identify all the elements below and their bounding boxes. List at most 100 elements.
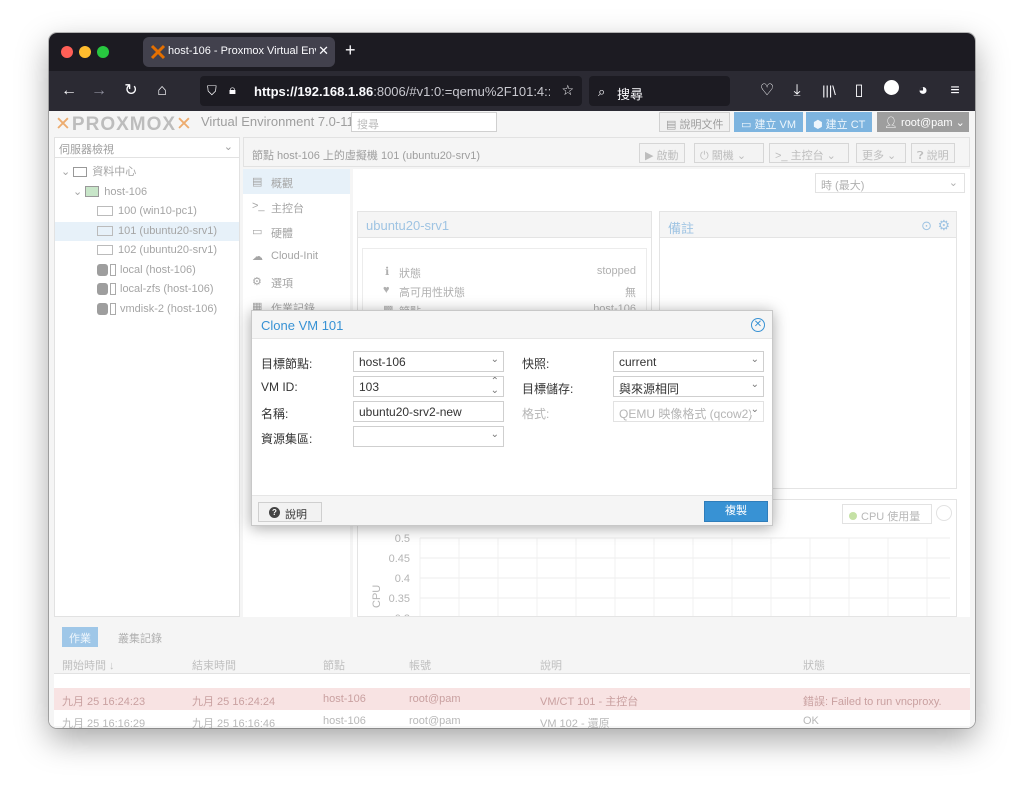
console-button[interactable]: >_ 主控台 ⌄ xyxy=(769,143,849,163)
monitor-icon xyxy=(97,206,113,217)
help-button[interactable]: ❓︎ 說明 xyxy=(911,143,955,163)
proxmox-logo: ✕PROXMOX✕ xyxy=(55,114,193,135)
nav-options[interactable]: ⚙ 選項 xyxy=(243,269,350,294)
col-status[interactable]: 狀態 xyxy=(803,657,825,673)
tree-vm-100[interactable]: 100 (win10-pc1) xyxy=(55,202,239,222)
url-bar[interactable]: ⛉ 🔒︎ https://192.168.1.86:8006/#v1:0:=qe… xyxy=(200,76,582,106)
cube-icon: ⬢ xyxy=(813,119,826,131)
new-tab-button[interactable]: + xyxy=(345,40,356,61)
col-description[interactable]: 說明 xyxy=(540,657,562,673)
tab-cluster-log[interactable]: 叢集記錄 xyxy=(111,627,169,647)
user-icon: 👤︎ xyxy=(884,117,902,129)
chevron-down-icon: ⌄ xyxy=(948,177,958,189)
cloud-icon: ☁ xyxy=(252,251,263,263)
home-icon[interactable]: ⌂ xyxy=(150,79,174,103)
table-row[interactable]: 九月 25 16:16:29 九月 25 16:16:46 host-106 r… xyxy=(54,710,970,728)
back-arrow-icon[interactable]: ← xyxy=(57,79,81,103)
cpu-legend[interactable]: CPU 使用量 xyxy=(842,504,932,524)
question-icon: ? xyxy=(269,507,280,518)
col-user[interactable]: 帳號 xyxy=(409,657,431,673)
chevron-down-icon: ⌄ xyxy=(490,354,499,365)
header-search-input[interactable]: 搜尋 xyxy=(351,112,497,132)
col-end-time[interactable]: 結束時間 xyxy=(192,657,236,673)
tree-datacenter[interactable]: ⌄ 資料中心 xyxy=(55,163,239,183)
ha-label: 高可用性狀態 xyxy=(399,287,465,299)
more-button[interactable]: 更多 ⌄ xyxy=(856,143,906,163)
view-selector[interactable]: 伺服器檢視 ⌄ xyxy=(55,138,239,158)
account-icon[interactable] xyxy=(879,79,903,103)
create-vm-button[interactable]: ▭ 建立 VM xyxy=(734,112,804,132)
create-ct-button[interactable]: ⬢ 建立 CT xyxy=(806,112,873,132)
col-start-time[interactable]: 開始時間 ↓ xyxy=(62,657,115,673)
content-toolbar: 節點 host-106 上的虛擬機 101 (ubuntu20-srv1) ▶ … xyxy=(243,137,970,167)
power-icon: ⏻ xyxy=(700,150,712,162)
monitor-icon xyxy=(97,225,113,236)
name-input[interactable]: ubuntu20-srv2-new xyxy=(353,401,504,422)
url-text[interactable]: https://192.168.1.86:8006/#v1:0:=qemu%2F… xyxy=(254,84,550,99)
version-text: Virtual Environment 7.0-11 xyxy=(201,114,354,129)
lock-icon[interactable]: 🔒︎ xyxy=(229,82,236,98)
cpu-chart: 0.5 0.45 0.4 0.35 0.3 CPU xyxy=(371,533,950,616)
target-storage-select[interactable]: 與來源相同 ⌄ xyxy=(613,376,764,397)
minimize-window-button[interactable] xyxy=(79,46,91,58)
tab-tasks[interactable]: 作業 xyxy=(62,627,98,647)
close-window-button[interactable] xyxy=(61,46,73,58)
monitor-icon xyxy=(97,245,113,256)
browser-search-input[interactable]: ⌕ 搜尋 xyxy=(589,76,730,106)
tree-storage-local-zfs[interactable]: local-zfs (host-106) xyxy=(55,280,239,300)
timeframe-select[interactable]: 時 (最大) ⌄ xyxy=(815,173,965,193)
expand-icon[interactable]: ⊙ xyxy=(921,218,932,234)
database-icon xyxy=(97,302,108,315)
tree-vm-102[interactable]: 102 (ubuntu20-srv1) xyxy=(55,241,239,261)
dialog-help-button[interactable]: ? 說明 xyxy=(258,502,322,522)
forward-arrow-icon[interactable]: → xyxy=(87,79,111,103)
chevron-down-icon: ⌄ xyxy=(490,429,499,440)
question-icon: ❓︎ xyxy=(917,150,927,162)
snapshot-select[interactable]: current ⌄ xyxy=(613,351,764,372)
user-menu-button[interactable]: 👤︎ root@pam ⌄ xyxy=(877,112,969,132)
table-row[interactable]: 九月 25 16:24:23 九月 25 16:24:24 host-106 r… xyxy=(54,688,970,710)
download-icon[interactable]: ⤓ xyxy=(785,79,809,103)
bookmark-star-icon[interactable]: ☆ xyxy=(561,82,574,99)
node-icon xyxy=(85,186,100,198)
clone-button[interactable]: 複製 xyxy=(704,501,768,522)
extension-icon[interactable]: ◕ xyxy=(911,79,935,103)
maximize-window-button[interactable] xyxy=(97,46,109,58)
browser-tab-bar: host-106 - Proxmox Virtual Envi ✕ + xyxy=(49,33,975,71)
chevron-down-icon: ⌄ xyxy=(750,404,759,415)
close-tab-icon[interactable]: ✕ xyxy=(318,43,329,59)
vmid-spinner[interactable]: 103 ⌃ ⌄ xyxy=(353,376,504,397)
clone-vm-dialog: Clone VM 101 ✕ 目標節點: host-106 ⌄ VM ID: 10… xyxy=(251,310,773,526)
shield-icon[interactable]: ⛉ xyxy=(207,83,217,99)
start-button[interactable]: ▶ 啟動 xyxy=(639,143,685,163)
pocket-icon[interactable]: ♡ xyxy=(755,79,779,103)
col-node[interactable]: 節點 xyxy=(323,657,345,673)
target-node-select[interactable]: host-106 ⌄ xyxy=(353,351,504,372)
tree-storage-vmdisk-2[interactable]: vmdisk-2 (host-106) xyxy=(55,300,239,320)
task-log-panel: 作業 叢集記錄 開始時間 ↓ 結束時間 節點 帳號 說明 狀態 九月 25 16… xyxy=(49,619,975,728)
library-icon[interactable]: |||\ xyxy=(817,79,841,103)
sidebar-toggle-icon[interactable]: ▯ xyxy=(847,79,871,103)
close-icon[interactable]: ✕ xyxy=(751,318,765,332)
pool-select[interactable]: ⌄ xyxy=(353,426,504,447)
name-label: 名稱: xyxy=(261,407,289,421)
nav-console[interactable]: >_ 主控台 xyxy=(243,194,350,219)
browser-tab[interactable]: host-106 - Proxmox Virtual Envi ✕ xyxy=(143,37,335,67)
nav-cloud-init[interactable]: ☁ Cloud-Init xyxy=(243,244,350,269)
tree-vm-101[interactable]: 101 (ubuntu20-srv1) xyxy=(55,221,239,241)
spinner-icon[interactable]: ⌃ ⌄ xyxy=(491,377,499,396)
nav-hardware[interactable]: ▭ 硬體 xyxy=(243,219,350,244)
tree-node[interactable]: ⌄ host-106 xyxy=(55,183,239,203)
menu-icon[interactable]: ≡ xyxy=(943,79,967,103)
docs-button[interactable]: ▤ 說明文件 xyxy=(659,112,731,132)
heartbeat-icon: ♥ xyxy=(383,284,390,296)
status-label: 狀態 xyxy=(399,268,421,280)
dialog-header: Clone VM 101 ✕ xyxy=(252,311,772,339)
nav-summary[interactable]: ▤ 概觀 xyxy=(243,169,350,194)
gear-icon[interactable]: ⚙ xyxy=(937,217,950,234)
shutdown-button[interactable]: ⏻ 關機 ⌄ xyxy=(694,143,764,163)
refresh-icon[interactable] xyxy=(936,505,952,521)
chevron-down-icon: ⌄ xyxy=(223,141,233,153)
reload-icon[interactable]: ↻ xyxy=(119,79,143,103)
tree-storage-local[interactable]: local (host-106) xyxy=(55,261,239,281)
